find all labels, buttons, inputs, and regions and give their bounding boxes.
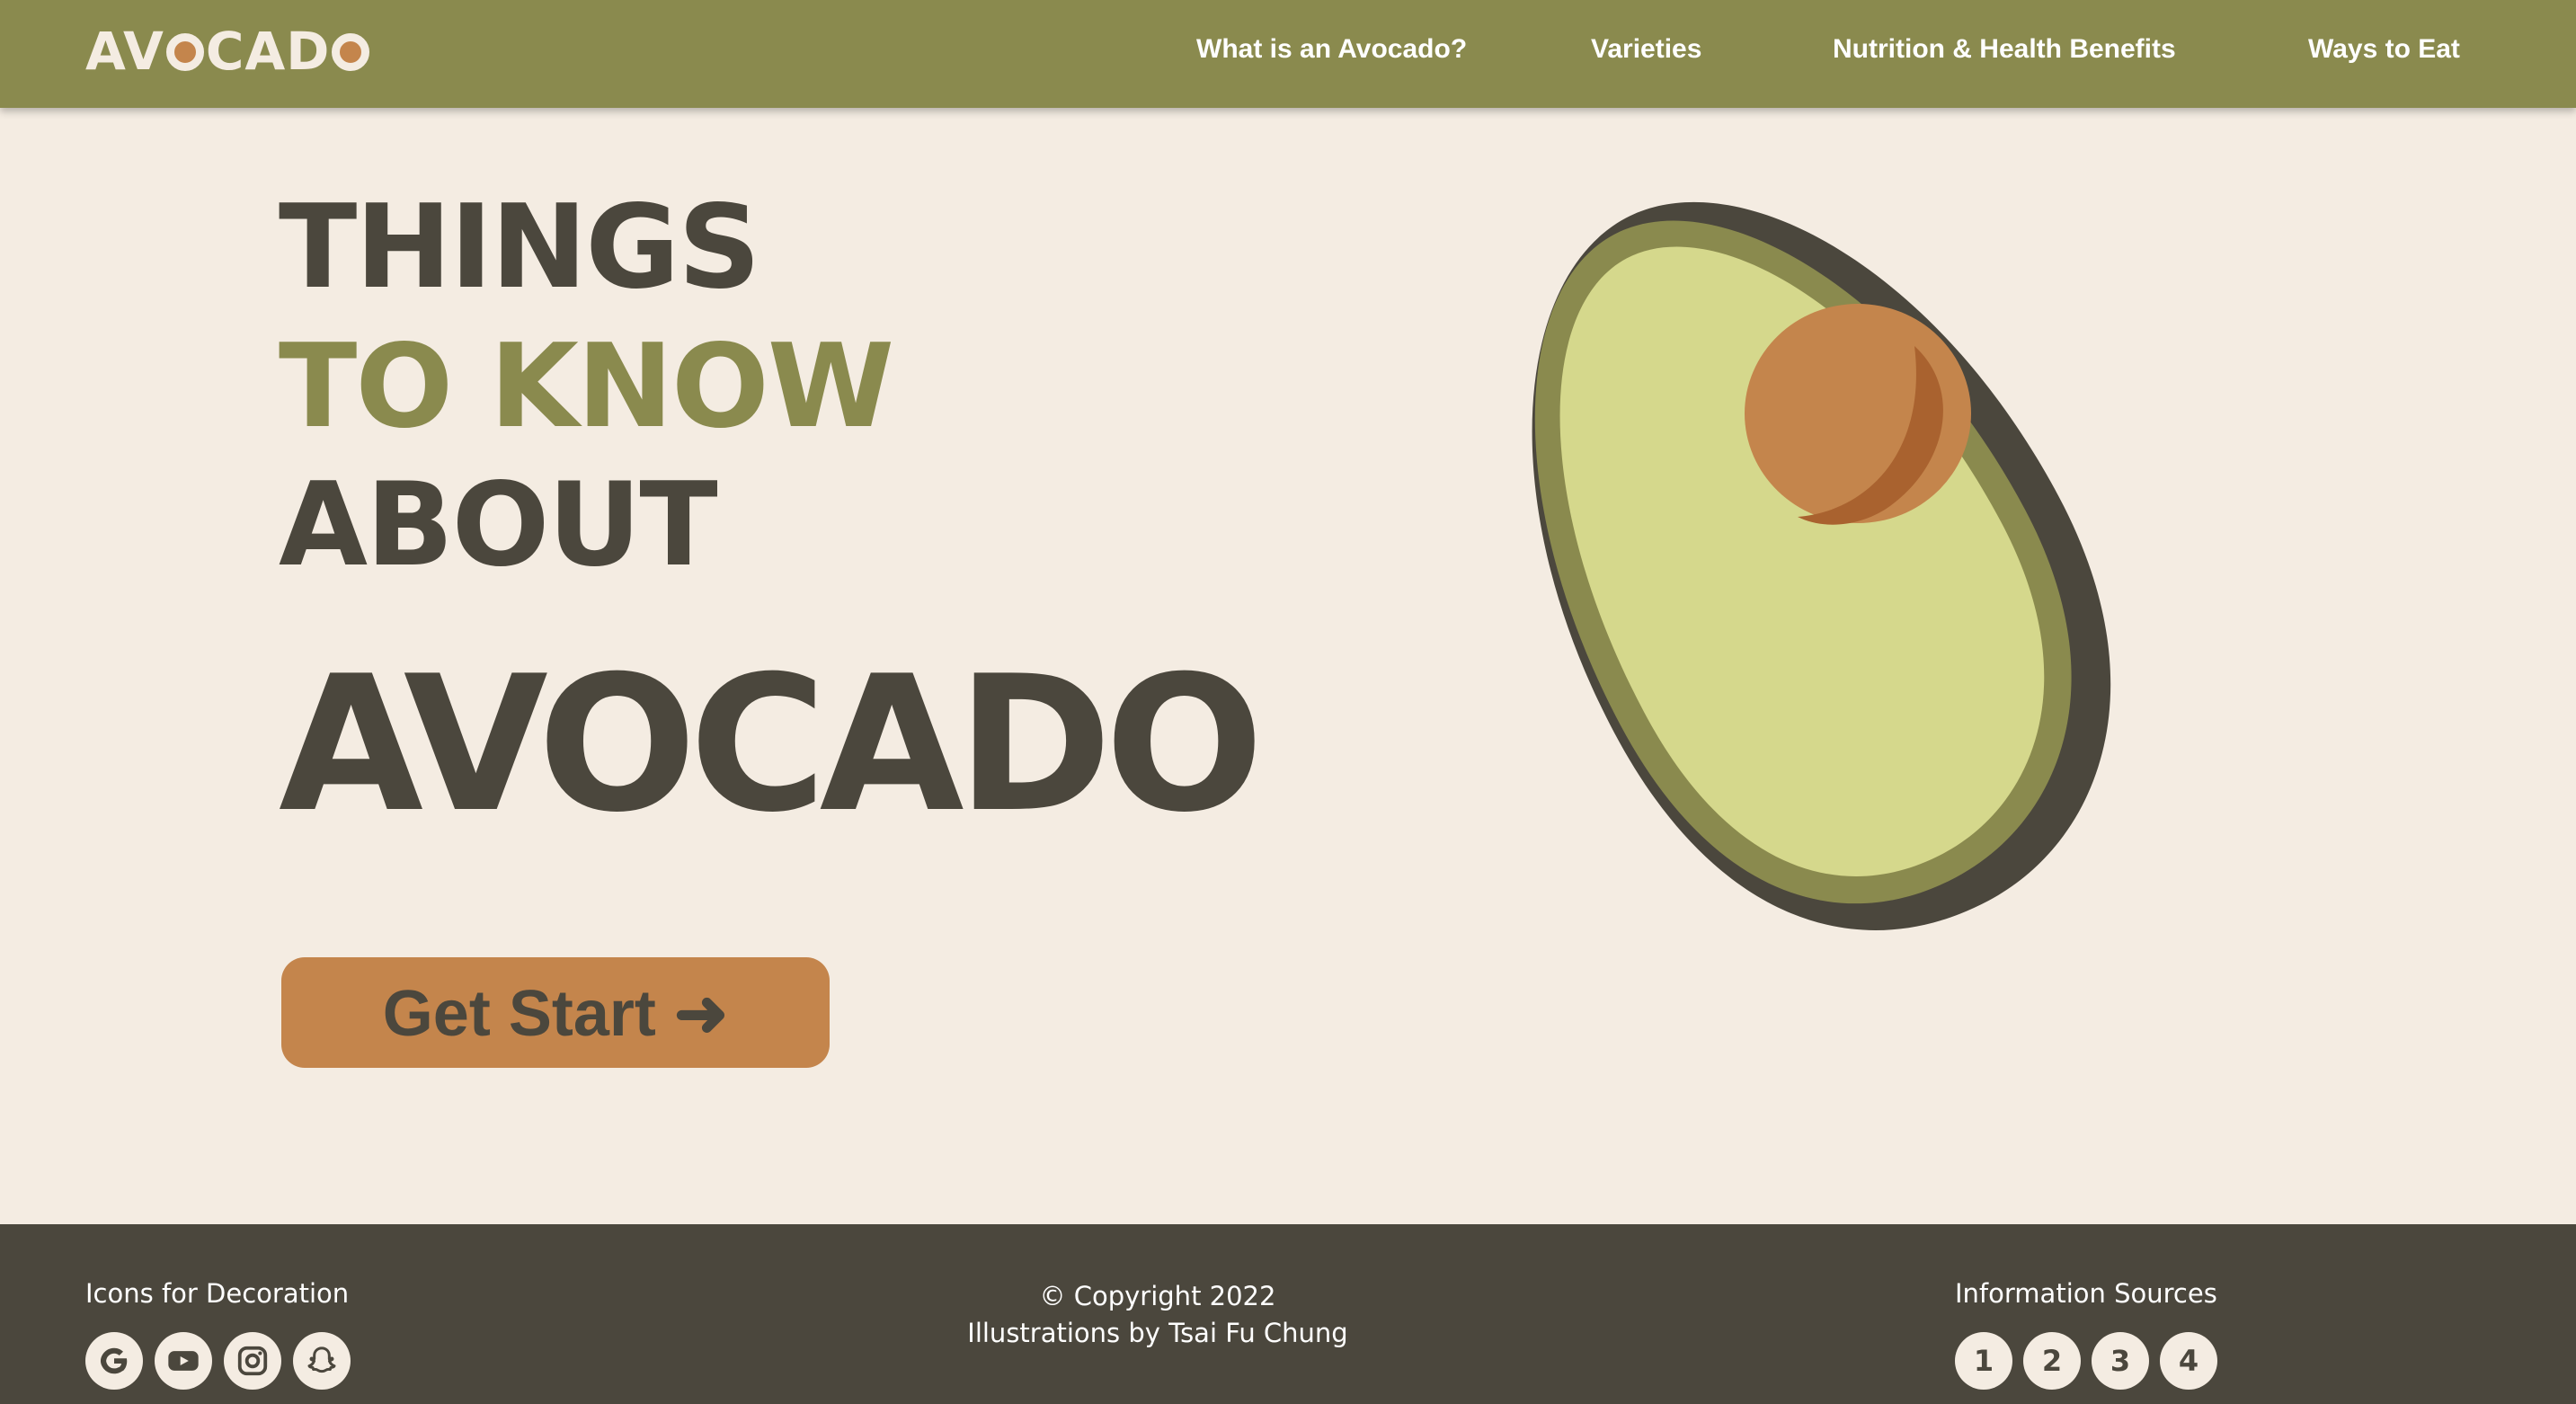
source-link-4[interactable]: 4 bbox=[2160, 1332, 2217, 1390]
nav-what-is-avocado[interactable]: What is an Avocado? bbox=[1196, 34, 1467, 65]
source-number: 4 bbox=[2178, 1344, 2199, 1378]
site-footer: Icons for Decoration © Copyright 2022 Il… bbox=[0, 1224, 2576, 1404]
sources-title: Information Sources bbox=[1955, 1278, 2217, 1309]
logo-o-icon bbox=[165, 33, 204, 71]
headline-line-2: TO KNOW bbox=[279, 320, 894, 454]
logo-letters-av: AV bbox=[85, 21, 164, 82]
get-start-label: Get Start ➜ bbox=[382, 977, 729, 1050]
source-link-1[interactable]: 1 bbox=[1955, 1332, 2012, 1390]
source-number: 3 bbox=[2110, 1344, 2131, 1378]
avocado-illustration bbox=[1532, 201, 2111, 930]
headline-line-1: THINGS bbox=[279, 181, 760, 315]
source-link-2[interactable]: 2 bbox=[2023, 1332, 2081, 1390]
source-number: 2 bbox=[2041, 1344, 2063, 1378]
nav-ways-to-eat[interactable]: Ways to Eat bbox=[2308, 34, 2460, 65]
logo[interactable]: AV CAD bbox=[85, 20, 371, 83]
get-start-button[interactable]: Get Start ➜ bbox=[281, 957, 830, 1068]
logo-o-icon bbox=[332, 33, 370, 71]
avocado-pit bbox=[1745, 304, 1971, 525]
headline-avocado: AVOCADO bbox=[279, 636, 1264, 854]
source-links: 1 2 3 4 bbox=[1955, 1332, 2217, 1390]
headline-line-3: ABOUT bbox=[279, 458, 718, 592]
nav-nutrition[interactable]: Nutrition & Health Benefits bbox=[1833, 34, 2176, 65]
logo-letters-ca: CAD bbox=[205, 21, 331, 82]
nav-varieties[interactable]: Varieties bbox=[1591, 34, 1701, 65]
site-header: AV CAD What is an Avocado? Varieties Nutr… bbox=[0, 0, 2576, 108]
source-number: 1 bbox=[1973, 1344, 1994, 1378]
source-link-3[interactable]: 3 bbox=[2092, 1332, 2149, 1390]
